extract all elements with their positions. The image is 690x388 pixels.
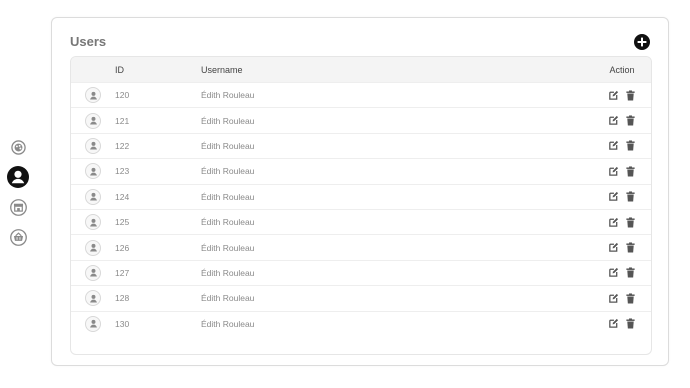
action-cell xyxy=(593,166,651,177)
trash-icon[interactable] xyxy=(625,90,636,101)
trash-icon[interactable] xyxy=(625,191,636,202)
user-id-cell: 127 xyxy=(115,267,130,278)
user-circle-icon xyxy=(7,166,29,188)
user-avatar-icon xyxy=(85,163,101,180)
trash-icon[interactable] xyxy=(625,115,636,126)
nav-users-button[interactable] xyxy=(7,166,29,188)
nav-dashboard-button[interactable] xyxy=(7,136,29,158)
edit-icon[interactable] xyxy=(608,115,619,126)
user-avatar-icon xyxy=(85,137,101,154)
user-id-cell: 125 xyxy=(115,217,130,228)
action-cell xyxy=(593,293,651,304)
header-action: Action xyxy=(609,64,635,75)
username-cell: Édith Rouleau xyxy=(201,293,255,304)
edit-icon[interactable] xyxy=(608,293,619,304)
store-icon xyxy=(9,198,27,216)
user-id-cell: 126 xyxy=(115,242,130,253)
action-cell xyxy=(593,90,651,101)
username-cell: Édith Rouleau xyxy=(201,90,255,101)
trash-icon[interactable] xyxy=(625,318,636,329)
trash-icon[interactable] xyxy=(625,267,636,278)
action-cell xyxy=(593,242,651,253)
edit-icon[interactable] xyxy=(608,90,619,101)
user-avatar-icon xyxy=(85,290,101,307)
username-cell: Édith Rouleau xyxy=(201,115,255,126)
table-row: 125 Édith Rouleau xyxy=(71,208,651,234)
table-row: 123 Édith Rouleau xyxy=(71,158,651,183)
table-header: ID Username Action xyxy=(71,57,651,82)
user-avatar-icon xyxy=(85,112,101,129)
table-row: 121 Édith Rouleau xyxy=(71,107,651,132)
user-id-cell: 124 xyxy=(115,191,130,202)
username-cell: Édith Rouleau xyxy=(201,242,255,253)
users-table: ID Username Action 120 Édith Rouleau 121… xyxy=(70,56,652,355)
user-avatar-icon xyxy=(85,188,101,205)
username-cell: Édith Rouleau xyxy=(201,217,255,228)
trash-icon[interactable] xyxy=(625,166,636,177)
add-user-button[interactable] xyxy=(634,34,650,50)
trash-icon[interactable] xyxy=(625,242,636,253)
username-cell: Édith Rouleau xyxy=(201,191,255,202)
trash-icon[interactable] xyxy=(625,217,636,228)
username-cell: Édith Rouleau xyxy=(201,166,255,177)
action-cell xyxy=(593,267,651,278)
user-avatar-icon xyxy=(85,87,101,104)
edit-icon[interactable] xyxy=(608,242,619,253)
edit-icon[interactable] xyxy=(608,267,619,278)
user-id-cell: 121 xyxy=(115,115,130,126)
action-cell xyxy=(593,115,651,126)
side-navigation xyxy=(6,136,30,256)
action-cell xyxy=(593,140,651,151)
table-row: 127 Édith Rouleau xyxy=(71,259,651,285)
action-cell xyxy=(593,191,651,202)
page-title: Users xyxy=(70,34,107,49)
basket-icon xyxy=(9,228,27,246)
user-id-cell: 130 xyxy=(115,318,130,329)
user-id-cell: 120 xyxy=(115,90,130,101)
edit-icon[interactable] xyxy=(608,166,619,177)
user-avatar-icon xyxy=(85,239,101,256)
username-cell: Édith Rouleau xyxy=(201,318,255,329)
palette-icon xyxy=(10,139,26,155)
nav-baskets-button[interactable] xyxy=(7,226,29,248)
table-row: 126 Édith Rouleau xyxy=(71,234,651,259)
edit-icon[interactable] xyxy=(608,140,619,151)
edit-icon[interactable] xyxy=(608,217,619,228)
edit-icon[interactable] xyxy=(608,318,619,329)
nav-stores-button[interactable] xyxy=(7,196,29,218)
table-body: 120 Édith Rouleau 121 Édith Rouleau 122 … xyxy=(71,82,651,336)
user-avatar-icon xyxy=(85,214,101,231)
table-row: 120 Édith Rouleau xyxy=(71,82,651,107)
table-row: 122 Édith Rouleau xyxy=(71,132,651,158)
action-cell xyxy=(593,318,651,329)
card-header: Users xyxy=(70,32,650,52)
table-row: 128 Édith Rouleau xyxy=(71,285,651,310)
header-id: ID xyxy=(115,64,124,75)
username-cell: Édith Rouleau xyxy=(201,140,255,151)
table-row: 130 Édith Rouleau xyxy=(71,310,651,336)
username-cell: Édith Rouleau xyxy=(201,267,255,278)
user-id-cell: 122 xyxy=(115,140,130,151)
user-avatar-icon xyxy=(85,315,101,332)
edit-icon[interactable] xyxy=(608,191,619,202)
user-id-cell: 123 xyxy=(115,166,130,177)
table-row: 124 Édith Rouleau xyxy=(71,183,651,209)
action-cell xyxy=(593,217,651,228)
user-avatar-icon xyxy=(85,264,101,281)
trash-icon[interactable] xyxy=(625,293,636,304)
user-id-cell: 128 xyxy=(115,293,130,304)
users-card: Users ID Username Action 120 Édith Roule… xyxy=(51,17,669,366)
trash-icon[interactable] xyxy=(625,140,636,151)
header-username: Username xyxy=(201,64,243,75)
